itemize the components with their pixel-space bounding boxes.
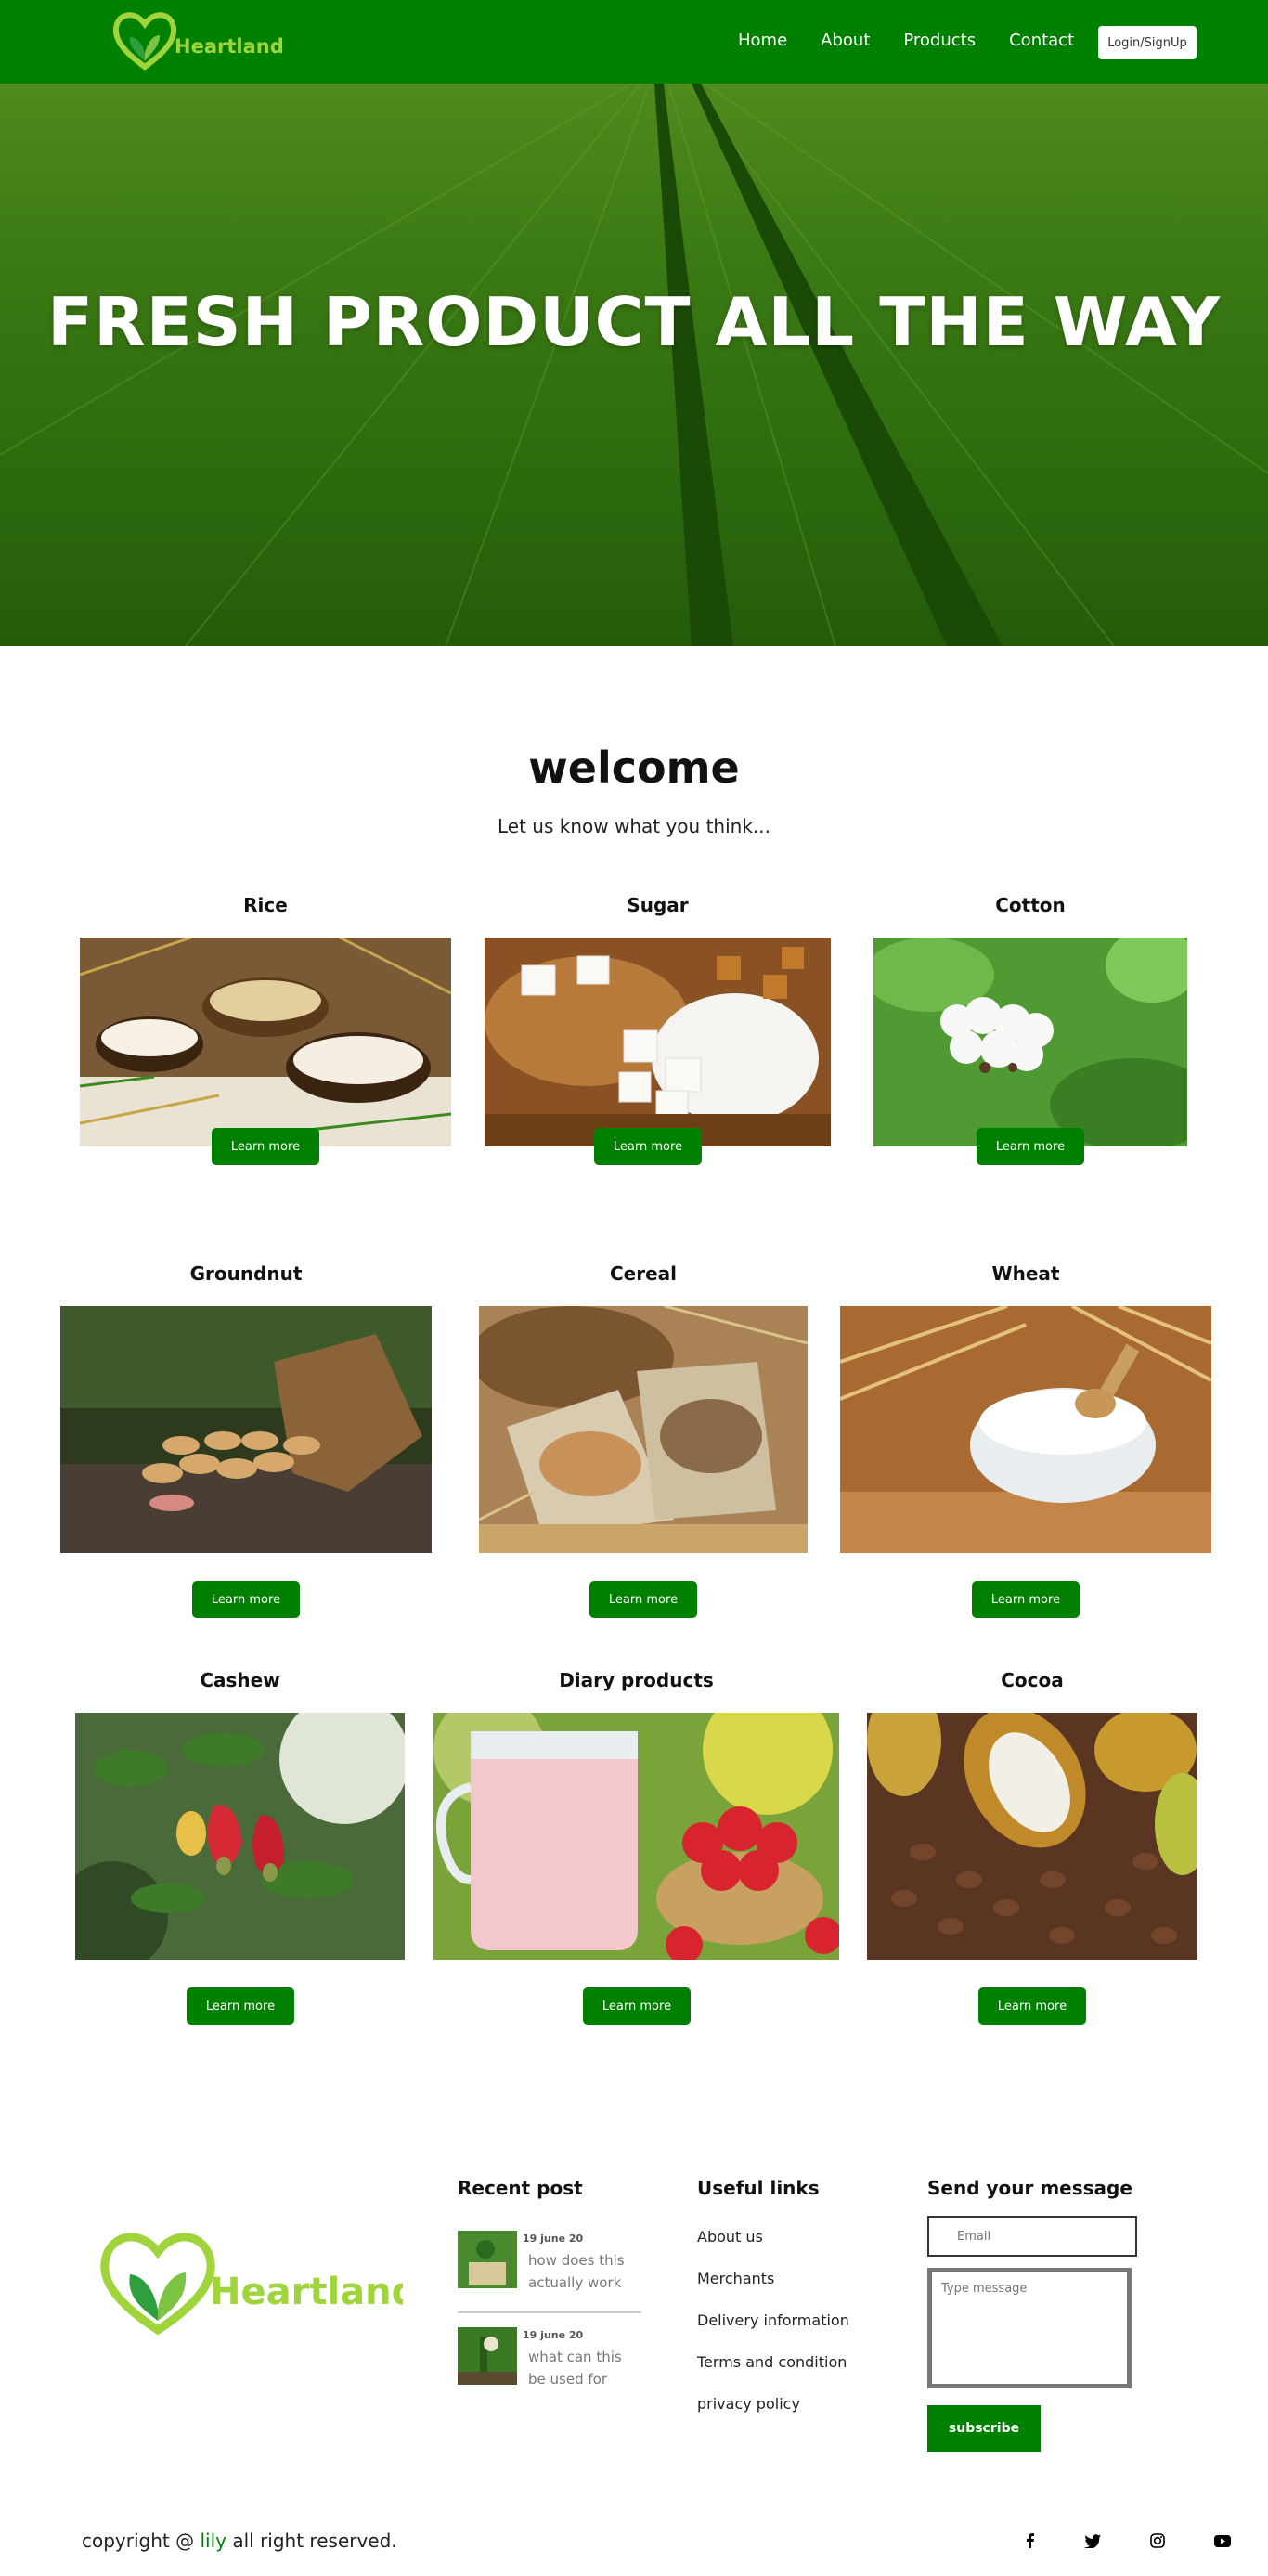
youtube-icon[interactable]: [1211, 2530, 1234, 2552]
post-text[interactable]: how does this actually work: [528, 2249, 640, 2294]
product-card-cashew: Cashew Learn more: [75, 1669, 405, 2026]
product-card-rice: Rice Learn more: [80, 894, 451, 1214]
rice-image: [80, 938, 451, 1146]
hero-title: FRESH PRODUCT ALL THE WAY: [47, 283, 1221, 361]
product-title: Cashew: [200, 1669, 280, 1691]
product-title: Groundnut: [189, 1262, 303, 1285]
sugar-image: [485, 938, 831, 1146]
nav-link-about[interactable]: About: [821, 30, 870, 52]
learn-more-button[interactable]: Learn more: [978, 1987, 1086, 2025]
recent-post-item[interactable]: 19 june 20 how does this actually work: [458, 2231, 643, 2292]
heart-leaf-logo-icon: [112, 12, 177, 71]
email-field[interactable]: [927, 2216, 1137, 2257]
subscribe-button[interactable]: subscribe: [927, 2405, 1041, 2452]
product-title: Wheat: [991, 1262, 1060, 1285]
cashew-image: [75, 1713, 405, 1960]
useful-link-about-us[interactable]: About us: [697, 2228, 763, 2246]
nav-logo[interactable]: Heartland: [110, 7, 295, 72]
product-card-diary: Diary products Learn more: [433, 1669, 839, 2026]
copyright-suffix: all right reserved.: [226, 2530, 397, 2552]
cocoa-image: [867, 1713, 1197, 1960]
product-card-wheat: Wheat Learn more: [840, 1262, 1211, 1620]
copyright-brand[interactable]: lily: [200, 2530, 226, 2552]
footer-logo[interactable]: Heartland: [97, 2219, 418, 2349]
nav-link-contact[interactable]: Contact: [1009, 30, 1074, 52]
welcome-subtitle: Let us know what you think...: [498, 815, 770, 837]
learn-more-button[interactable]: Learn more: [589, 1581, 697, 1618]
instagram-icon[interactable]: [1146, 2530, 1169, 2552]
welcome-title: welcome: [528, 743, 740, 793]
useful-link-privacy-policy[interactable]: privacy policy: [697, 2395, 800, 2413]
green-field-image: [0, 84, 1268, 646]
heart-leaf-logo-icon: Heartland: [100, 2233, 418, 2336]
useful-links-title: Useful links: [697, 2177, 820, 2199]
cereal-image: [479, 1306, 808, 1553]
nav-link-home[interactable]: Home: [738, 30, 787, 52]
learn-more-button[interactable]: Learn more: [583, 1987, 691, 2025]
copyright-prefix: copyright @: [82, 2530, 201, 2552]
product-title: Cotton: [995, 894, 1066, 916]
nav-links: Home About Products Contact: [738, 30, 1107, 52]
cotton-image: [873, 938, 1187, 1146]
post-divider: [458, 2311, 641, 2313]
footer-logo-text: Heartland: [210, 2271, 403, 2313]
learn-more-button[interactable]: Learn more: [187, 1987, 294, 2025]
product-title: Sugar: [627, 894, 689, 916]
post-date: 19 june 20: [523, 2329, 584, 2341]
learn-more-button[interactable]: Learn more: [972, 1581, 1080, 1618]
twitter-icon[interactable]: [1081, 2530, 1104, 2552]
message-field[interactable]: [927, 2268, 1132, 2388]
product-card-cocoa: Cocoa Learn more: [867, 1669, 1197, 2026]
product-card-sugar: Sugar Learn more: [485, 894, 831, 1214]
product-card-cotton: Cotton Learn more: [873, 894, 1187, 1214]
groundnut-image: [60, 1306, 432, 1553]
login-signup-button[interactable]: Login/SignUp: [1098, 26, 1197, 59]
diary-products-image: [433, 1713, 839, 1960]
hero-banner: FRESH PRODUCT ALL THE WAY: [0, 84, 1268, 646]
post-date: 19 june 20: [523, 2233, 584, 2245]
wheat-image: [840, 1306, 1211, 1553]
copyright-text: copyright @ lily all right reserved.: [82, 2530, 397, 2552]
useful-link-merchants[interactable]: Merchants: [697, 2270, 774, 2287]
facebook-icon[interactable]: [1019, 2530, 1042, 2552]
nav-link-products[interactable]: Products: [903, 30, 976, 52]
recent-post-title: Recent post: [458, 2177, 583, 2199]
recent-post-item[interactable]: 19 june 20 what can this be used for: [458, 2327, 643, 2388]
product-card-cereal: Cereal Learn more: [479, 1262, 808, 1620]
product-title: Cereal: [609, 1262, 678, 1285]
send-message-title: Send your message: [927, 2177, 1132, 2199]
product-title: Rice: [243, 894, 288, 916]
navbar: Heartland Home About Products Contact Lo…: [0, 0, 1268, 84]
post-thumbnail: [458, 2327, 517, 2385]
learn-more-button[interactable]: Learn more: [977, 1128, 1084, 1165]
product-card-groundnut: Groundnut Learn more: [60, 1262, 432, 1620]
nav-logo-text: Heartland: [175, 35, 284, 58]
product-title: Diary products: [559, 1669, 714, 1691]
post-thumbnail: [458, 2231, 517, 2288]
product-title: Cocoa: [1001, 1669, 1064, 1691]
useful-link-terms[interactable]: Terms and condition: [697, 2353, 847, 2371]
learn-more-button[interactable]: Learn more: [192, 1581, 300, 1618]
learn-more-button[interactable]: Learn more: [594, 1128, 702, 1165]
post-text[interactable]: what can this be used for: [528, 2346, 640, 2390]
learn-more-button[interactable]: Learn more: [212, 1128, 319, 1165]
useful-link-delivery-information[interactable]: Delivery information: [697, 2311, 849, 2329]
